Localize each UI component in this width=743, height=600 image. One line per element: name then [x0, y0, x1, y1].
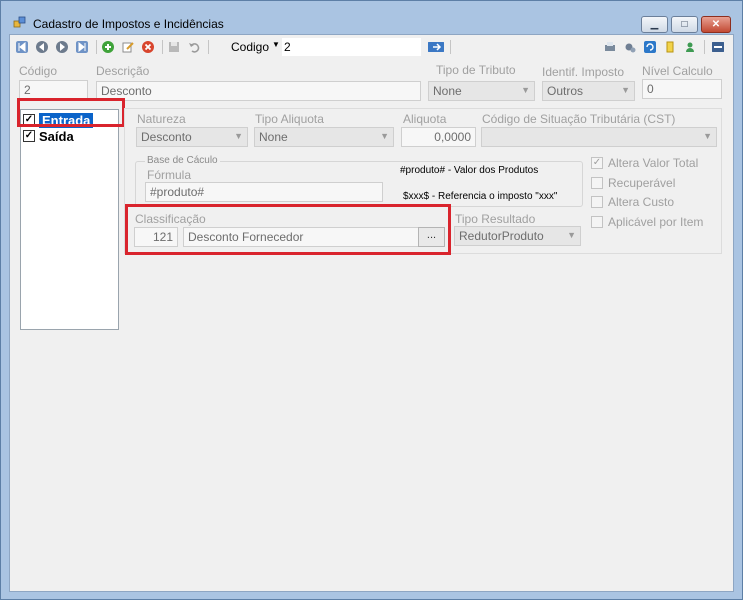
maximize-button[interactable]: □	[671, 16, 698, 33]
settings-icon[interactable]	[624, 41, 636, 53]
chevron-down-icon: ▼	[621, 85, 630, 95]
formula-hint-produto: #produto# - Valor dos Produtos	[400, 165, 539, 176]
last-record-icon[interactable]	[76, 41, 88, 53]
go-search-icon[interactable]	[428, 41, 444, 53]
panel-icon[interactable]	[712, 41, 724, 53]
save-icon[interactable]	[168, 41, 180, 53]
chevron-down-icon: ▼	[234, 131, 243, 141]
tipo-aliquota-label: Tipo Aliquota	[255, 112, 324, 126]
title-bar[interactable]: Cadastro de Impostos e Incidências ▁ □ ✕	[1, 1, 742, 33]
checkbox-label: Recuperável	[608, 176, 676, 190]
identif-imposto-label: Identif. Imposto	[542, 65, 625, 79]
add-icon[interactable]	[102, 41, 114, 53]
aliquota-field[interactable]: 0,0000	[401, 127, 476, 147]
note-icon[interactable]	[664, 41, 676, 53]
chevron-down-icon: ▼	[521, 85, 530, 95]
chevron-down-icon[interactable]: ▼	[272, 40, 280, 49]
tipo-resultado-value: RedutorProduto	[459, 229, 544, 243]
formula-label: Fórmula	[147, 168, 192, 182]
app-icon	[13, 16, 26, 28]
highlight-box-classificacao	[125, 204, 451, 255]
toolbar-separator	[208, 40, 209, 54]
checkbox-label: Aplicável por Item	[608, 215, 704, 229]
chevron-down-icon: ▼	[380, 131, 389, 141]
maximize-icon: □	[681, 19, 688, 30]
tipo-tributo-label: Tipo de Tributo	[436, 63, 516, 77]
chevron-down-icon: ▼	[567, 230, 576, 240]
codigo-label: Código	[19, 64, 58, 78]
toolbar: Codigo ▼	[10, 35, 733, 60]
toolbar-separator	[96, 40, 97, 54]
first-record-icon[interactable]	[16, 41, 28, 53]
tipo-resultado-label: Tipo Resultado	[455, 212, 536, 226]
checkbox-label: Altera Valor Total	[608, 156, 699, 170]
check-icon	[591, 177, 603, 189]
edit-icon[interactable]	[122, 41, 134, 53]
list-item-saida[interactable]: ✓ Saída	[23, 128, 74, 144]
search-field-label[interactable]: Codigo	[231, 40, 269, 54]
natureza-label: Natureza	[137, 112, 186, 126]
altera-valor-total-checkbox[interactable]: ✓ Altera Valor Total	[591, 156, 698, 170]
tipo-tributo-value: None	[433, 84, 462, 98]
formula-field[interactable]: #produto#	[145, 182, 383, 202]
print-icon[interactable]	[604, 41, 616, 53]
descricao-label: Descrição	[96, 64, 150, 78]
toolbar-separator	[162, 40, 163, 54]
identif-imposto-value: Outros	[547, 84, 584, 98]
aliquota-label: Aliquota	[403, 112, 447, 126]
tipo-aliquota-select[interactable]: None ▼	[254, 127, 394, 147]
nivel-calculo-field[interactable]: 0	[642, 79, 722, 99]
user-icon[interactable]	[684, 41, 696, 53]
minimize-button[interactable]: ▁	[641, 16, 668, 33]
identif-imposto-select[interactable]: Outros ▼	[542, 81, 635, 101]
highlight-box-entrada	[17, 98, 125, 127]
cst-label: Código de Situação Tributária (CST)	[482, 112, 676, 126]
altera-custo-checkbox[interactable]: Altera Custo	[591, 195, 674, 209]
previous-record-icon[interactable]	[36, 41, 48, 53]
next-record-icon[interactable]	[56, 41, 68, 53]
refresh-icon[interactable]	[644, 41, 656, 53]
undo-icon[interactable]	[188, 41, 200, 53]
close-icon: ✕	[711, 19, 721, 30]
tipo-tributo-select[interactable]: None ▼	[428, 81, 535, 101]
toolbar-separator	[450, 40, 451, 54]
direction-list[interactable]: ✓ Entrada ✓ Saída	[20, 109, 119, 330]
chevron-down-icon: ▼	[703, 131, 712, 141]
main-window: Cadastro de Impostos e Incidências ▁ □ ✕…	[0, 0, 743, 600]
cst-select[interactable]: ▼	[481, 127, 717, 147]
search-input[interactable]	[282, 38, 421, 56]
checkbox-saida[interactable]: ✓	[23, 130, 35, 142]
recuperavel-checkbox[interactable]: Recuperável	[591, 176, 675, 190]
natureza-value: Desconto	[141, 130, 192, 144]
delete-icon[interactable]	[142, 41, 154, 53]
list-item-label: Saída	[39, 128, 74, 144]
formula-hint-imposto: $xxx$ - Referencia o imposto "xxx"	[403, 191, 558, 202]
natureza-select[interactable]: Desconto ▼	[136, 127, 248, 147]
codigo-field[interactable]: 2	[19, 80, 88, 100]
minimize-icon: ▁	[650, 19, 659, 30]
base-calculo-label: Base de Cáculo	[145, 155, 220, 166]
check-icon: ✓	[591, 157, 603, 169]
check-icon	[591, 196, 603, 208]
tipo-aliquota-value: None	[259, 130, 288, 144]
aplicavel-por-item-checkbox[interactable]: Aplicável por Item	[591, 215, 703, 229]
close-button[interactable]: ✕	[701, 16, 731, 33]
nivel-calculo-label: Nível Calculo	[642, 64, 713, 78]
check-icon	[591, 216, 603, 228]
descricao-field[interactable]: Desconto	[96, 81, 421, 101]
tipo-resultado-select[interactable]: RedutorProduto ▼	[454, 226, 581, 246]
client-area: Codigo ▼ Código 2 Descrição Desconto Tip…	[9, 34, 734, 592]
toolbar-separator	[704, 40, 705, 54]
window-title: Cadastro de Impostos e Incidências	[33, 17, 224, 31]
checkbox-label: Altera Custo	[608, 195, 675, 209]
